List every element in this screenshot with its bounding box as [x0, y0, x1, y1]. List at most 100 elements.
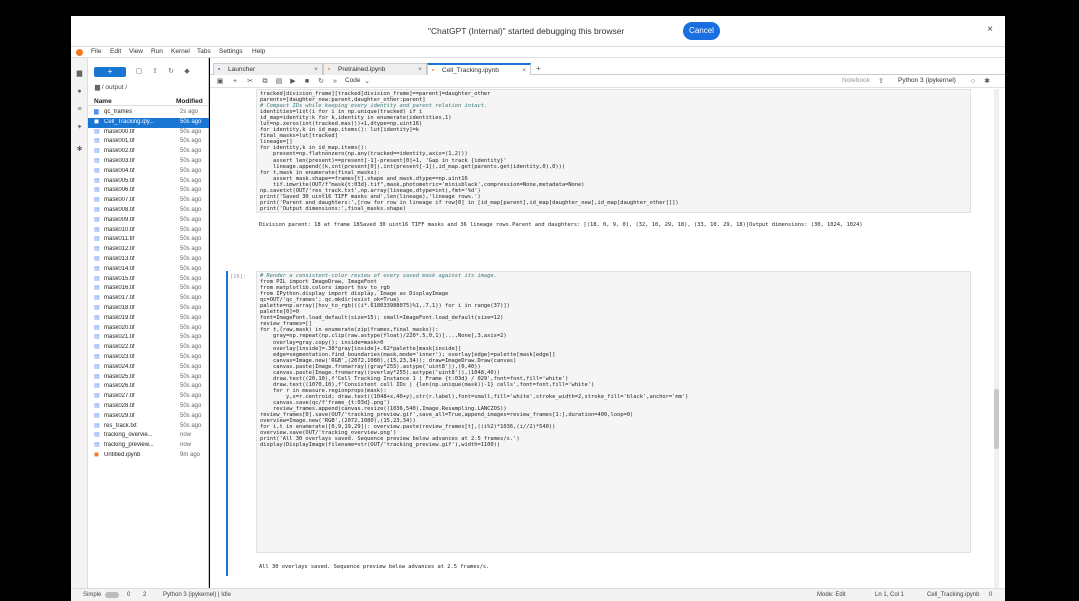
- kernel-name[interactable]: Python 3 (ipykernel): [898, 77, 956, 84]
- menu-view[interactable]: View: [129, 48, 143, 55]
- menu-help[interactable]: Help: [252, 48, 265, 55]
- menu-tabs[interactable]: Tabs: [197, 48, 211, 55]
- file-item[interactable]: ▤ tracking_preview... now: [88, 441, 209, 451]
- file-item[interactable]: ▆ qc_frames 2s ago: [88, 108, 209, 118]
- file-item[interactable]: ▤ mask006.tif 50s ago: [88, 186, 209, 196]
- file-item[interactable]: ▤ mask002.tif 50s ago: [88, 147, 209, 157]
- file-icon: ▤: [94, 442, 100, 449]
- code-cell-2[interactable]: # Render a consistent-color review of ev…: [256, 271, 971, 553]
- breadcrumb-path[interactable]: / output /: [102, 84, 127, 91]
- debugger-icon[interactable]: ✱: [75, 146, 84, 154]
- cut-icon[interactable]: ✂: [245, 77, 255, 87]
- file-item[interactable]: ▤ mask024.tif 50s ago: [88, 363, 209, 373]
- bug-icon[interactable]: ✱: [982, 77, 992, 87]
- file-name: mask023.tif: [104, 353, 135, 360]
- save-icon[interactable]: ▣: [215, 77, 225, 87]
- chevron-down-icon[interactable]: ⌄: [362, 77, 372, 87]
- file-item[interactable]: ▤ mask022.tif 50s ago: [88, 343, 209, 353]
- file-item[interactable]: ▤ mask008.tif 50s ago: [88, 206, 209, 216]
- file-item[interactable]: ▤ mask011.tif 50s ago: [88, 235, 209, 245]
- share-icon[interactable]: ⇪: [876, 77, 886, 87]
- file-item[interactable]: ▤ mask019.tif 50s ago: [88, 314, 209, 324]
- column-name-header[interactable]: Name: [94, 98, 112, 105]
- notebook-mode-label[interactable]: Notebook: [842, 77, 870, 84]
- terminal-count[interactable]: 0: [127, 592, 130, 598]
- file-item[interactable]: ▤ mask017.tif 50s ago: [88, 294, 209, 304]
- file-item[interactable]: ▤ mask025.tif 50s ago: [88, 373, 209, 383]
- close-tab-icon[interactable]: ×: [418, 64, 422, 75]
- close-icon[interactable]: ×: [987, 24, 993, 35]
- fast-forward-icon[interactable]: »: [330, 77, 340, 87]
- kernel-count[interactable]: 2: [143, 592, 146, 598]
- new-launcher-button[interactable]: +: [94, 67, 126, 77]
- cancel-debug-button[interactable]: Cancel: [683, 22, 720, 40]
- copy-icon[interactable]: ⧉: [260, 77, 270, 87]
- restart-icon[interactable]: ↻: [316, 77, 326, 87]
- close-tab-icon[interactable]: ×: [314, 64, 318, 75]
- refresh-icon[interactable]: ↻: [166, 67, 176, 77]
- file-item[interactable]: ▤ mask018.tif 50s ago: [88, 304, 209, 314]
- tab-pretrained[interactable]: ▪ Pretrained.ipynb ×: [323, 63, 427, 75]
- git-icon[interactable]: ◆: [182, 67, 192, 77]
- run-icon[interactable]: ▶: [288, 77, 298, 87]
- upload-icon[interactable]: ⇧: [150, 67, 160, 77]
- file-item[interactable]: ▤ mask010.tif 50s ago: [88, 226, 209, 236]
- file-item[interactable]: ▤ mask013.tif 50s ago: [88, 255, 209, 265]
- file-item[interactable]: ▤ mask001.tif 50s ago: [88, 137, 209, 147]
- file-item[interactable]: ▤ tracking_overvie... now: [88, 431, 209, 441]
- file-item[interactable]: ▤ mask007.tif 50s ago: [88, 196, 209, 206]
- simple-mode-toggle[interactable]: [105, 592, 119, 598]
- file-item[interactable]: ▤ mask026.tif 50s ago: [88, 382, 209, 392]
- cursor-position[interactable]: Ln 1, Col 1: [875, 592, 904, 598]
- file-item[interactable]: ▤ mask012.tif 50s ago: [88, 245, 209, 255]
- menu-settings[interactable]: Settings: [219, 48, 243, 55]
- file-item[interactable]: ◼ Untitled.ipynb 9m ago: [88, 451, 209, 461]
- file-item[interactable]: ▤ mask004.tif 50s ago: [88, 167, 209, 177]
- close-tab-icon[interactable]: ×: [522, 65, 526, 76]
- folder-icon[interactable]: ▆: [75, 70, 84, 78]
- file-item[interactable]: ▤ mask016.tif 50s ago: [88, 284, 209, 294]
- home-folder-icon[interactable]: ▆: [95, 84, 102, 91]
- code-cell-1[interactable]: tracked[division_frame][tracked[division…: [256, 89, 971, 213]
- add-cell-icon[interactable]: +: [230, 77, 240, 87]
- running-icon[interactable]: ●: [75, 88, 84, 96]
- menu-edit[interactable]: Edit: [110, 48, 121, 55]
- file-item[interactable]: ▤ mask029.tif 50s ago: [88, 412, 209, 422]
- paste-icon[interactable]: ▤: [274, 77, 284, 87]
- file-item[interactable]: ▤ res_track.txt 50s ago: [88, 422, 209, 432]
- extensions-icon[interactable]: ✦: [75, 124, 84, 132]
- file-item[interactable]: ◼ Cell_Tracking.ipy... 50s ago: [88, 117, 209, 128]
- tab-launcher[interactable]: ▪ Launcher ×: [213, 63, 323, 75]
- file-modified: 50s ago: [180, 393, 202, 400]
- file-item[interactable]: ▤ mask003.tif 50s ago: [88, 157, 209, 167]
- notification-count[interactable]: 0: [989, 592, 992, 598]
- file-modified: 50s ago: [180, 148, 202, 155]
- file-modified: 50s ago: [180, 402, 202, 409]
- file-item[interactable]: ▤ mask014.tif 50s ago: [88, 265, 209, 275]
- new-folder-icon[interactable]: ▢: [134, 67, 144, 77]
- file-icon: ▤: [94, 402, 100, 409]
- cell-type-select[interactable]: Code: [345, 77, 361, 84]
- menu-file[interactable]: File: [91, 48, 101, 55]
- scrollbar-thumb[interactable]: [994, 389, 999, 449]
- file-item[interactable]: ▤ mask009.tif 50s ago: [88, 216, 209, 226]
- kernel-status[interactable]: Python 3 (ipykernel) | Idle: [163, 592, 231, 598]
- file-item[interactable]: ▤ mask021.tif 50s ago: [88, 333, 209, 343]
- breadcrumb[interactable]: ▆ / output /: [95, 83, 127, 91]
- file-modified: 50s ago: [180, 226, 202, 233]
- menu-kernel[interactable]: Kernel: [171, 48, 190, 55]
- toc-icon[interactable]: ≡: [75, 106, 84, 114]
- file-item[interactable]: ▤ mask023.tif 50s ago: [88, 353, 209, 363]
- menu-run[interactable]: Run: [151, 48, 163, 55]
- stop-icon[interactable]: ■: [302, 77, 312, 87]
- file-item[interactable]: ▤ mask020.tif 50s ago: [88, 324, 209, 334]
- file-item[interactable]: ▤ mask015.tif 50s ago: [88, 275, 209, 285]
- file-item[interactable]: ▤ mask000.tif 50s ago: [88, 128, 209, 138]
- add-tab-icon[interactable]: +: [536, 64, 541, 73]
- column-modified-header[interactable]: Modified: [176, 98, 203, 105]
- file-item[interactable]: ▤ mask005.tif 50s ago: [88, 177, 209, 187]
- file-item[interactable]: ▤ mask027.tif 50s ago: [88, 392, 209, 402]
- file-item[interactable]: ▤ mask028.tif 50s ago: [88, 402, 209, 412]
- tab-cell-tracking[interactable]: ▪ Cell_Tracking.ipynb ×: [427, 63, 531, 75]
- notebook-scrollbar[interactable]: [994, 89, 999, 588]
